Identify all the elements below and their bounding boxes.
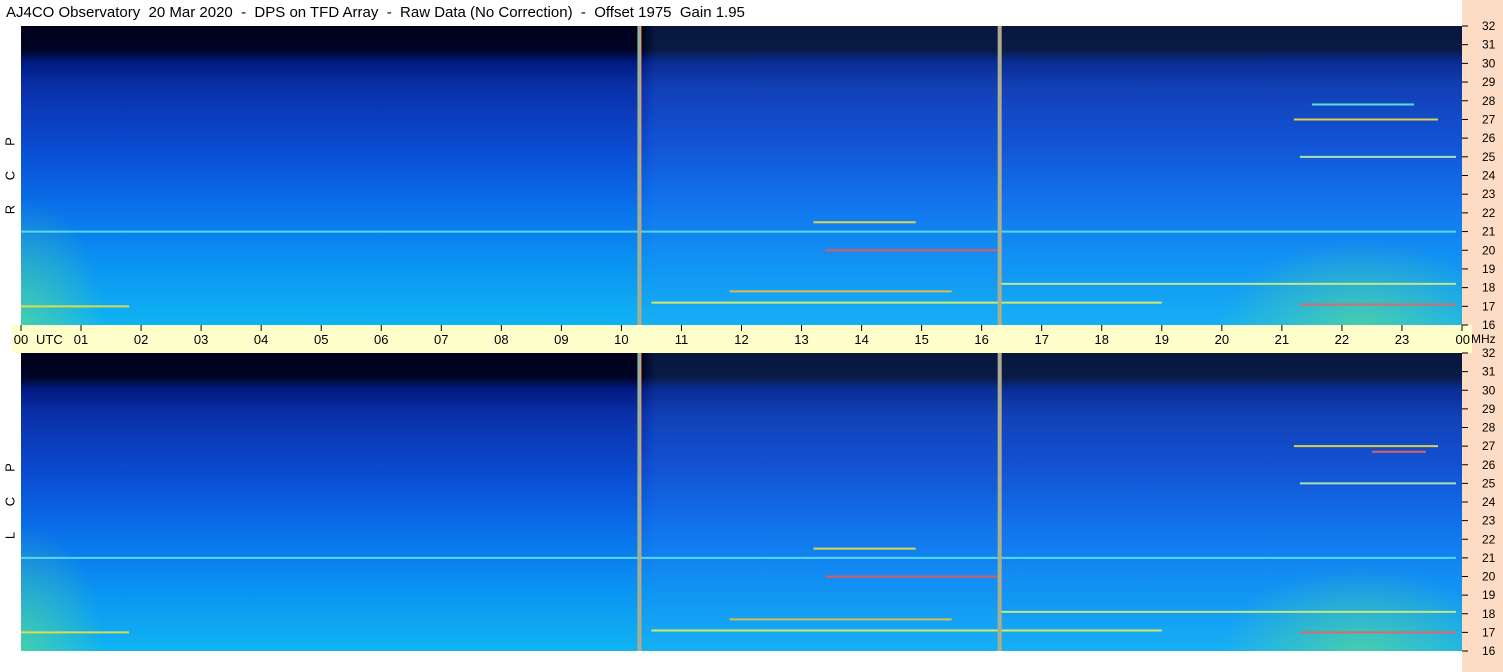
rcp-calibration-marker-core — [638, 26, 640, 325]
rcp-freq-tick-label: 23 — [1482, 187, 1496, 201]
rcp-freq-tick-label: 18 — [1482, 281, 1496, 295]
lcp-freq-tick-label: 25 — [1482, 476, 1496, 490]
utc-tick-label: 21 — [1275, 332, 1289, 347]
rcp-freq-tick-label: 24 — [1482, 169, 1496, 183]
lcp-freq-tick-label: 20 — [1482, 570, 1496, 584]
rcp-freq-tick-label: 21 — [1482, 225, 1496, 239]
utc-tick-label: 15 — [914, 332, 928, 347]
lcp-calibration-marker-core — [999, 353, 1001, 651]
utc-tick-label: 10 — [614, 332, 628, 347]
rcp-calibration-marker-core — [999, 26, 1001, 325]
utc-tick-label: 03 — [194, 332, 208, 347]
lcp-freq-tick-label: 23 — [1482, 514, 1496, 528]
lcp-freq-tick-label: 32 — [1482, 346, 1496, 360]
lcp-freq-tick-label: 31 — [1482, 365, 1496, 379]
lcp-freq-tick-label: 29 — [1482, 402, 1496, 416]
lcp-freq-tick-label: 18 — [1482, 607, 1496, 621]
lcp-freq-tick-label: 26 — [1482, 458, 1496, 472]
rcp-freq-tick-label: 19 — [1482, 262, 1496, 276]
utc-tick-label: 18 — [1095, 332, 1109, 347]
rcp-freq-tick-label: 17 — [1482, 299, 1496, 313]
rcp-freq-tick-label: 25 — [1482, 150, 1496, 164]
utc-tick-label: 09 — [554, 332, 568, 347]
lcp-freq-tick-label: 24 — [1482, 495, 1496, 509]
utc-tick-label: 02 — [134, 332, 148, 347]
lcp-freq-tick-label: 16 — [1482, 644, 1496, 658]
lcp-calibration-marker-core — [638, 353, 640, 651]
rcp-freq-tick-label: 30 — [1482, 56, 1496, 70]
utc-tick-label: 00 — [14, 332, 28, 347]
rcp-freq-tick-label: 22 — [1482, 206, 1496, 220]
utc-tick-label: 20 — [1215, 332, 1229, 347]
utc-tick-label: 13 — [794, 332, 808, 347]
spectrogram-overlay: 32 31 30 29 28 27 26 25 24 23 22 21 20 19 18 17 16 32 31 30… — [14, 19, 1496, 658]
utc-tick-label: 19 — [1155, 332, 1169, 347]
utc-tick-label: 17 — [1034, 332, 1048, 347]
utc-tick-label: 12 — [734, 332, 748, 347]
mhz-unit-label: MHz — [1471, 332, 1496, 346]
utc-tick-label: 05 — [314, 332, 328, 347]
utc-tick-label: 04 — [254, 332, 268, 347]
rcp-freq-tick-label: 32 — [1482, 19, 1496, 33]
lcp-freq-tick-label: 27 — [1482, 439, 1496, 453]
utc-tick-label: 01 — [74, 332, 88, 347]
utc-tick-label: 23 — [1395, 332, 1409, 347]
utc-tick-label: 14 — [854, 332, 868, 347]
rcp-freq-tick-label: 31 — [1482, 38, 1496, 52]
lcp-freq-tick-label: 21 — [1482, 551, 1496, 565]
lcp-freq-tick-label: 22 — [1482, 532, 1496, 546]
utc-tick-label: 22 — [1335, 332, 1349, 347]
rcp-freq-tick-label: 26 — [1482, 131, 1496, 145]
rcp-freq-tick-label: 20 — [1482, 243, 1496, 257]
lcp-freq-tick-label: 17 — [1482, 625, 1496, 639]
utc-tick-label: 06 — [374, 332, 388, 347]
rcp-freq-tick-label: 29 — [1482, 75, 1496, 89]
utc-tick-label: 00 — [1456, 332, 1470, 347]
utc-tick-label: 16 — [974, 332, 988, 347]
utc-tick-label: 07 — [434, 332, 448, 347]
lcp-freq-tick-label: 30 — [1482, 383, 1496, 397]
utc-tick-label: 08 — [494, 332, 508, 347]
rcp-freq-tick-label: 28 — [1482, 94, 1496, 108]
utc-tick-label: 11 — [675, 332, 689, 347]
rcp-freq-tick-label: 27 — [1482, 112, 1496, 126]
utc-unit-label: UTC — [36, 332, 63, 347]
rcp-freq-tick-label: 16 — [1482, 318, 1496, 332]
lcp-freq-tick-label: 19 — [1482, 588, 1496, 602]
lcp-freq-tick-label: 28 — [1482, 421, 1496, 435]
